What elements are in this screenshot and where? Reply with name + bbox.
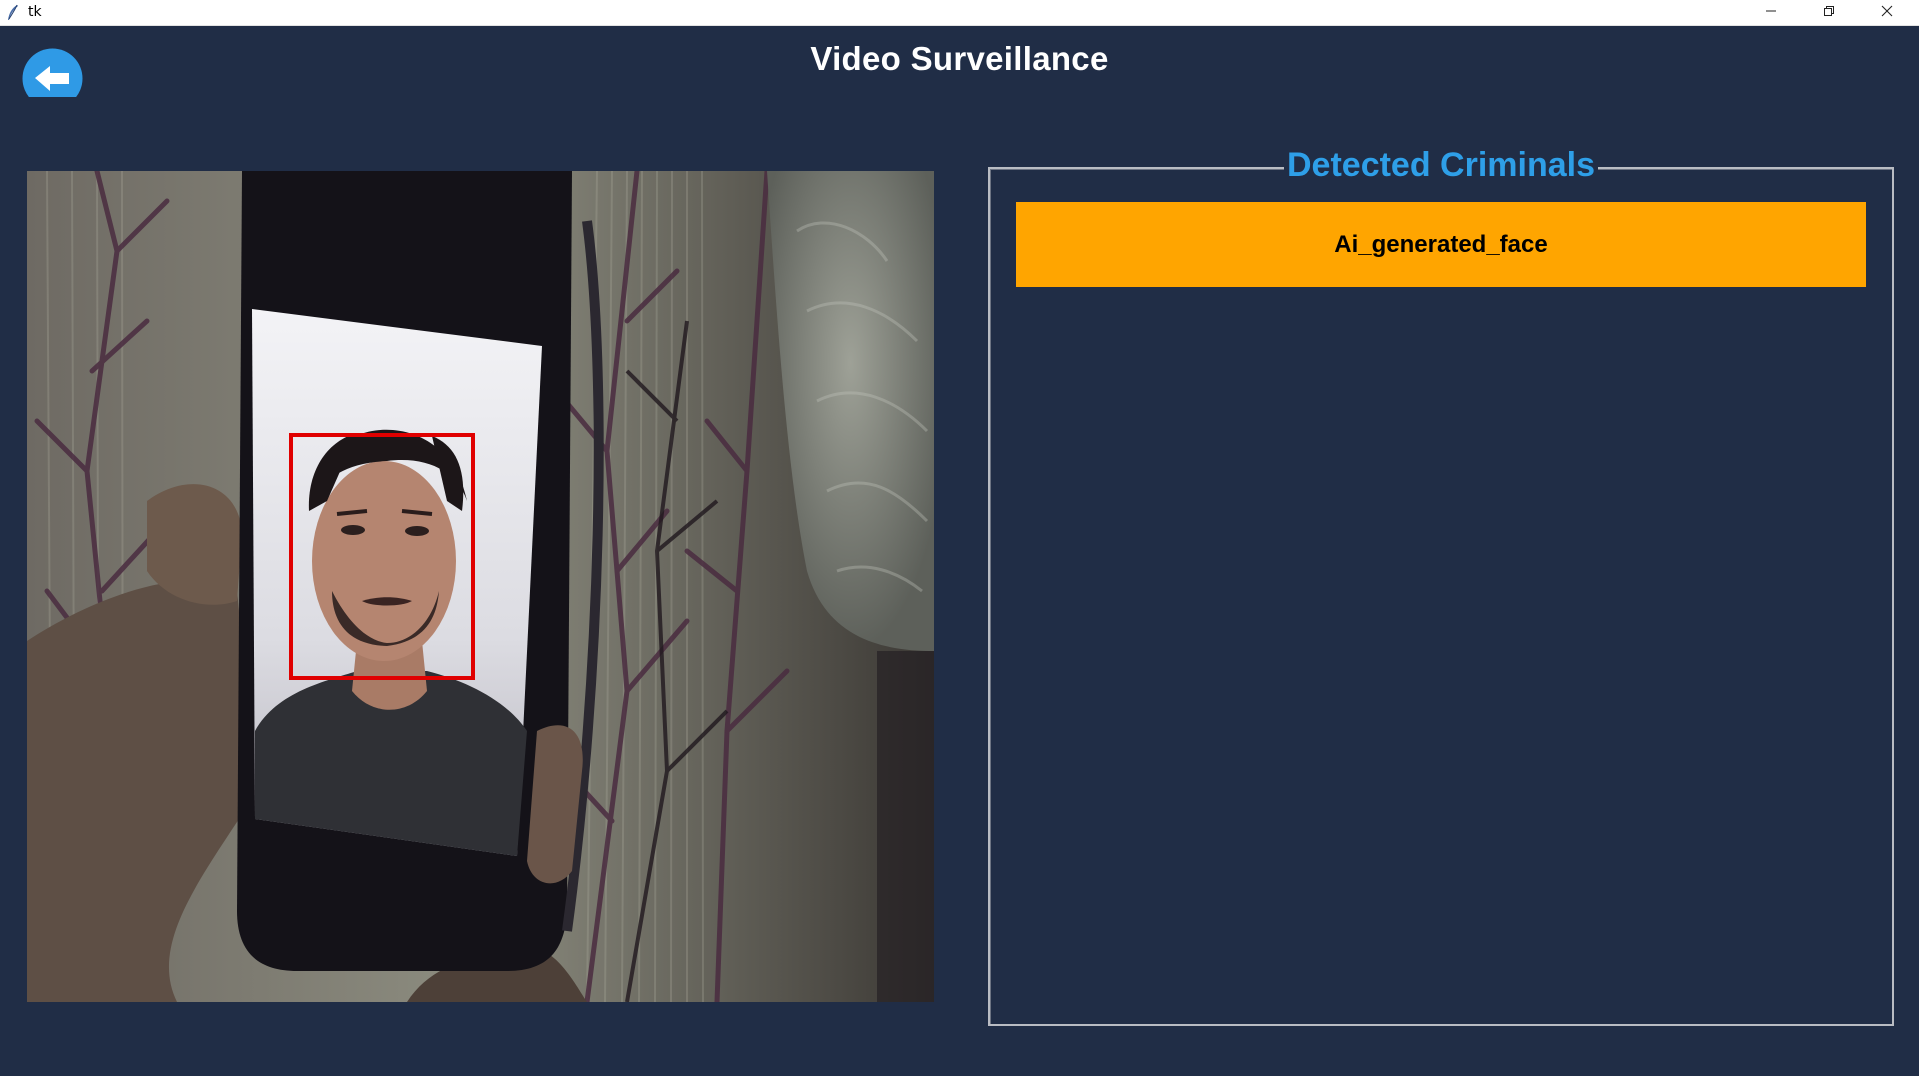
restore-icon bbox=[1823, 4, 1835, 22]
minimize-button[interactable] bbox=[1742, 0, 1800, 26]
tk-feather-icon bbox=[6, 4, 20, 22]
close-icon bbox=[1881, 4, 1893, 22]
detected-criminals-panel: Detected Criminals Ai_generated_face bbox=[988, 143, 1894, 1026]
panel-legend-label: Detected Criminals bbox=[1284, 143, 1598, 187]
panel-legend: Detected Criminals bbox=[990, 143, 1892, 187]
close-button[interactable] bbox=[1858, 0, 1916, 26]
criminal-list: Ai_generated_face bbox=[1016, 202, 1866, 287]
window-title-bar: tk bbox=[0, 0, 1919, 26]
criminal-item[interactable]: Ai_generated_face bbox=[1016, 202, 1866, 287]
criminal-item-label: Ai_generated_face bbox=[1334, 230, 1548, 258]
camera-frame-image bbox=[27, 171, 934, 1002]
page-title: Video Surveillance bbox=[810, 40, 1109, 77]
minimize-icon bbox=[1765, 4, 1777, 22]
video-feed bbox=[27, 171, 934, 1002]
maximize-button[interactable] bbox=[1800, 0, 1858, 26]
window-title: tk bbox=[28, 4, 42, 20]
